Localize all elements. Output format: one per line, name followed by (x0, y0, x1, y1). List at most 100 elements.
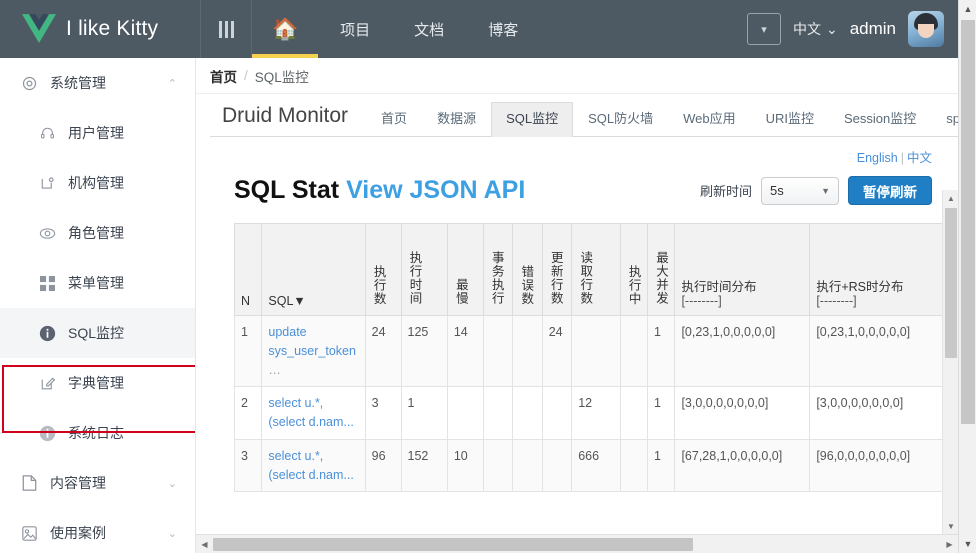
sql-link-line1[interactable]: select u.*, (268, 396, 323, 410)
druid-tab-datasource[interactable]: 数据源 (422, 102, 491, 137)
nav-item-blog[interactable]: 博客 (466, 0, 540, 58)
druid-tab-session-monitor[interactable]: Session监控 (829, 102, 931, 137)
sidebar-item-label: 菜单管理 (68, 275, 124, 291)
page-title: SQL Stat View JSON API (234, 176, 525, 205)
main-content: 首页 / SQL监控 Druid Monitor 首页 数据源 SQL监控 SQ… (196, 58, 958, 553)
col-error-count[interactable]: 错误数 (512, 223, 543, 316)
cell-exec-count: 3 (364, 386, 402, 440)
cell-slowest: 14 (446, 314, 484, 388)
nav-home-tab[interactable]: 🏠 (252, 0, 319, 58)
sidebar-item-use-cases[interactable]: 使用案例 ⌄ (0, 508, 195, 553)
nav-item-projects[interactable]: 项目 (318, 0, 392, 58)
sql-stat-table: N SQL▼ 执行数 执行时间 最慢 事务执行 错误数 更新行数 读取行数 执行… (234, 223, 956, 493)
hscroll-track[interactable] (213, 537, 941, 551)
col-sublabel: [--------] (816, 294, 857, 308)
cell-update-rows (541, 386, 573, 440)
language-switch-links: English | 中文 (210, 137, 958, 166)
sidebar-item-org-management[interactable]: 机构管理 (0, 158, 195, 208)
info-icon (36, 425, 58, 442)
chevron-down-icon: ▼ (821, 185, 830, 196)
druid-tab-web-app[interactable]: Web应用 (668, 102, 751, 137)
sql-link-line1[interactable]: update (268, 325, 306, 339)
page-scroll-thumb[interactable] (961, 20, 975, 424)
scroll-right-icon[interactable]: ▶ (941, 536, 958, 553)
col-slowest[interactable]: 最慢 (446, 223, 484, 316)
col-running[interactable]: 执行中 (619, 223, 649, 316)
sidebar-item-user-management[interactable]: 用户管理 (0, 108, 195, 158)
doc-icon (18, 475, 40, 491)
col-exec-rs-distribution[interactable]: 执行+RS时分布 [--------] (809, 223, 956, 316)
link-chinese[interactable]: 中文 (907, 151, 932, 165)
cell-sql[interactable]: select u.*, (select d.nam... (261, 438, 366, 493)
col-sql[interactable]: SQL▼ (261, 223, 366, 316)
home-icon: 🏠 (272, 17, 299, 41)
view-json-api-link[interactable]: View JSON API (346, 176, 525, 204)
link-english[interactable]: English (857, 151, 898, 165)
sidebar-item-sql-monitor[interactable]: SQL监控 (0, 308, 195, 358)
sidebar-item-menu-management[interactable]: 菜单管理 (0, 258, 195, 308)
page-vertical-scrollbar[interactable]: ▲ ▼ (958, 0, 976, 553)
stat-header-row: SQL Stat View JSON API 刷新时间 5s ▼ 暂停刷新 (210, 166, 958, 219)
scroll-up-icon[interactable]: ▲ (943, 190, 958, 206)
sidebar-item-system-log[interactable]: 系统日志 (0, 408, 195, 458)
username-label[interactable]: admin (850, 19, 896, 39)
sidebar-item-content-management[interactable]: 内容管理 ⌄ (0, 458, 195, 508)
cell-tx-exec (482, 438, 514, 493)
brand-logo-area[interactable]: I like Kitty (0, 0, 200, 58)
sidebar-item-dictionary-management[interactable]: 字典管理 (0, 358, 195, 408)
sql-link-line2[interactable]: sys_user_token (268, 344, 356, 358)
hscroll-thumb[interactable] (213, 537, 694, 551)
cell-sql[interactable]: update sys_user_token … (261, 314, 366, 388)
scroll-down-icon[interactable]: ▼ (943, 518, 958, 534)
nav-item-docs[interactable]: 文档 (392, 0, 466, 58)
cell-sql[interactable]: select u.*, (select d.nam... (261, 386, 366, 440)
sql-link-line2[interactable]: (select d.nam... (268, 415, 353, 429)
druid-tab-uri-monitor[interactable]: URI监控 (751, 102, 829, 137)
druid-tab-home[interactable]: 首页 (366, 102, 422, 137)
breadcrumb-home[interactable]: 首页 (210, 66, 237, 86)
eye-icon (36, 226, 58, 241)
sql-link-line2[interactable]: (select d.nam... (268, 468, 353, 482)
druid-tab-bar: Druid Monitor 首页 数据源 SQL监控 SQL防火墙 Web应用 … (210, 95, 958, 137)
druid-tab-spring-monitor[interactable]: spring监控 (931, 102, 958, 137)
nav-label: 文档 (414, 21, 445, 39)
col-update-rows[interactable]: 更新行数 (541, 223, 573, 316)
scroll-up-icon[interactable]: ▲ (959, 0, 976, 18)
table-row[interactable]: 2 select u.*, (select d.nam... 3 1 12 1 … (234, 386, 956, 440)
scroll-left-icon[interactable]: ◀ (196, 536, 213, 553)
col-read-rows[interactable]: 读取行数 (571, 223, 621, 316)
col-exec-count[interactable]: 执行数 (364, 223, 402, 316)
table-row[interactable]: 3 select u.*, (select d.nam... 96 152 10 (234, 438, 956, 493)
table-row[interactable]: 1 update sys_user_token … 24 125 14 24 1… (234, 314, 956, 388)
avatar[interactable] (908, 11, 944, 47)
horizontal-scrollbar[interactable]: ◀ ▶ (196, 534, 958, 553)
col-exec-time-distribution[interactable]: 执行时间分布 [--------] (674, 223, 811, 316)
druid-tab-sql-firewall[interactable]: SQL防火墙 (573, 102, 668, 137)
language-selector[interactable]: 中文 ⌄ (793, 19, 838, 39)
hamburger-icon[interactable] (200, 0, 252, 58)
cell-error-count (512, 386, 543, 440)
pause-refresh-button[interactable]: 暂停刷新 (848, 176, 932, 205)
col-label: 执行时间分布 (681, 280, 757, 294)
cell-tx-exec (482, 386, 514, 440)
gear-icon (18, 76, 40, 91)
col-label-group: 执行+RS时分布 [--------] (816, 280, 951, 308)
cell-n: 3 (234, 438, 263, 493)
druid-tab-sql-monitor[interactable]: SQL监控 (491, 101, 574, 137)
col-tx-exec[interactable]: 事务执行 (482, 223, 514, 316)
inner-scroll-thumb[interactable] (945, 208, 957, 358)
col-label: 事务执行 (489, 251, 504, 305)
chevron-down-icon[interactable]: ▾ (746, 13, 781, 45)
sql-link-line1[interactable]: select u.*, (268, 449, 323, 463)
headset-icon (36, 126, 58, 141)
col-max-concurrent[interactable]: 最大并发 (647, 223, 676, 316)
col-exec-time[interactable]: 执行时间 (400, 223, 448, 316)
cell-rs-distribution: [96,0,0,0,0,0,0,0] (809, 438, 956, 493)
col-sublabel: [--------] (681, 294, 722, 308)
sidebar-item-system-management[interactable]: 系统管理 ⌃ (0, 58, 195, 108)
sidebar-item-role-management[interactable]: 角色管理 (0, 208, 195, 258)
inner-vertical-scrollbar[interactable]: ▲ ▼ (942, 190, 958, 534)
refresh-interval-select[interactable]: 5s ▼ (761, 176, 839, 205)
col-n[interactable]: N (234, 223, 263, 316)
scroll-down-icon[interactable]: ▼ (959, 535, 976, 553)
